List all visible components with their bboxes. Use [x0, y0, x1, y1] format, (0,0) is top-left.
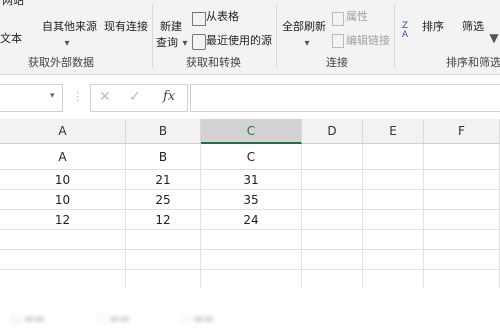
cell-a3[interactable]: 10 — [0, 190, 126, 210]
table-icon — [192, 12, 206, 26]
sort-button[interactable]: 排序 — [422, 20, 444, 34]
cell-c2[interactable]: 31 — [201, 170, 302, 190]
cell-d2[interactable] — [302, 170, 363, 190]
cell-e4[interactable] — [363, 210, 424, 230]
new-query-button[interactable]: 新建 — [160, 20, 182, 34]
cell-e7[interactable] — [363, 270, 424, 290]
cell-c1[interactable]: C — [201, 144, 302, 170]
cell-d4[interactable] — [302, 210, 363, 230]
cell-b2[interactable]: 21 — [126, 170, 201, 190]
blurred-status-item: ◌ ▬▬ — [180, 312, 214, 325]
cell-e3[interactable] — [363, 190, 424, 210]
more-options-icon: ⋮ — [72, 90, 83, 103]
cell-c3[interactable]: 35 — [201, 190, 302, 210]
group-connections: 连接 — [326, 56, 348, 69]
from-web-label[interactable]: 网站 — [2, 0, 24, 8]
cell-d1[interactable] — [302, 144, 363, 170]
properties-icon — [332, 12, 344, 26]
refresh-all-button[interactable]: 全部刷新 — [282, 20, 326, 34]
column-header-d[interactable]: D — [302, 119, 363, 144]
cell-d5[interactable] — [302, 230, 363, 250]
cell-a5[interactable] — [0, 230, 126, 250]
column-header-a[interactable]: A — [0, 119, 126, 144]
cell-b5[interactable] — [126, 230, 201, 250]
insert-function-icon[interactable]: fx — [163, 89, 175, 104]
cell-f3[interactable] — [424, 190, 500, 210]
recent-sources-button[interactable]: 最近使用的源 — [206, 34, 272, 48]
cell-f2[interactable] — [424, 170, 500, 190]
group-divider — [276, 4, 277, 68]
group-get-transform: 获取和转换 — [186, 56, 241, 69]
column-header-e[interactable]: E — [363, 119, 424, 144]
cell-e1[interactable] — [363, 144, 424, 170]
formula-input[interactable] — [190, 84, 500, 112]
cell-d6[interactable] — [302, 250, 363, 270]
cell-f5[interactable] — [424, 230, 500, 250]
cell-f6[interactable] — [424, 250, 500, 270]
cell-b3[interactable]: 25 — [126, 190, 201, 210]
column-header-b[interactable]: B — [126, 119, 201, 144]
cell-a4[interactable]: 12 — [0, 210, 126, 230]
cell-e6[interactable] — [363, 250, 424, 270]
formula-bar: ▾ ⋮ ✕ ✓ fx — [0, 84, 500, 112]
sort-az-icon[interactable]: ZA — [398, 22, 412, 40]
existing-connections-button[interactable]: 现有连接 — [104, 20, 148, 34]
cell-c6[interactable] — [201, 250, 302, 270]
blurred-status-item: ▢ ▬▬ — [10, 312, 45, 325]
edit-links-icon — [332, 34, 344, 48]
filter-funnel-icon[interactable]: ▼ — [488, 31, 500, 45]
formula-buttons: ✕ ✓ fx — [90, 84, 188, 112]
cell-b6[interactable] — [126, 250, 201, 270]
group-divider — [394, 4, 395, 68]
cell-c4[interactable]: 24 — [201, 210, 302, 230]
other-sources-button[interactable]: 自其他来源 — [42, 20, 97, 34]
bottom-area: ▢ ▬▬ ◌ ▬▬ ◌ ▬▬ — [0, 288, 500, 335]
properties-button[interactable]: 属性 — [346, 10, 368, 24]
column-header-c[interactable]: C — [201, 119, 302, 144]
cell-f1[interactable] — [424, 144, 500, 170]
group-divider — [152, 4, 153, 68]
chevron-down-icon: ▾ — [182, 37, 188, 49]
cell-f7[interactable] — [424, 270, 500, 290]
edit-links-button[interactable]: 编辑链接 — [346, 34, 390, 48]
chevron-down-icon[interactable]: ▾ — [50, 91, 55, 101]
recent-sources-icon — [192, 34, 206, 50]
cell-d7[interactable] — [302, 270, 363, 290]
new-query-label[interactable]: 查询 — [156, 36, 178, 50]
chevron-down-icon: ▾ — [304, 37, 310, 49]
cell-b7[interactable] — [126, 270, 201, 290]
cell-c7[interactable] — [201, 270, 302, 290]
group-get-external-data: 获取外部数据 — [28, 56, 94, 69]
cell-c5[interactable] — [201, 230, 302, 250]
cell-b4[interactable]: 12 — [126, 210, 201, 230]
blurred-status-item: ◌ ▬▬ — [96, 312, 130, 325]
cell-a2[interactable]: 10 — [0, 170, 126, 190]
name-box[interactable]: ▾ — [0, 84, 63, 112]
ribbon: 网站 文本 自其他来源 ▾ 现有连接 获取外部数据 新建 查询 ▾ 从表格 最近… — [0, 0, 500, 75]
cell-f4[interactable] — [424, 210, 500, 230]
column-header-f[interactable]: F — [424, 119, 500, 144]
cell-a1[interactable]: A — [0, 144, 126, 170]
cell-b1[interactable]: B — [126, 144, 201, 170]
cell-d3[interactable] — [302, 190, 363, 210]
cell-e2[interactable] — [363, 170, 424, 190]
cancel-icon[interactable]: ✕ — [99, 89, 111, 105]
cell-a7[interactable] — [0, 270, 126, 290]
filter-button[interactable]: 筛选 — [462, 20, 484, 34]
from-table-button[interactable]: 从表格 — [206, 10, 239, 24]
enter-icon[interactable]: ✓ — [129, 89, 141, 105]
cell-a6[interactable] — [0, 250, 126, 270]
from-text-button[interactable]: 文本 — [0, 32, 22, 46]
cell-e5[interactable] — [363, 230, 424, 250]
chevron-down-icon: ▾ — [64, 37, 70, 49]
group-sort-filter: 排序和筛选 — [446, 56, 500, 69]
